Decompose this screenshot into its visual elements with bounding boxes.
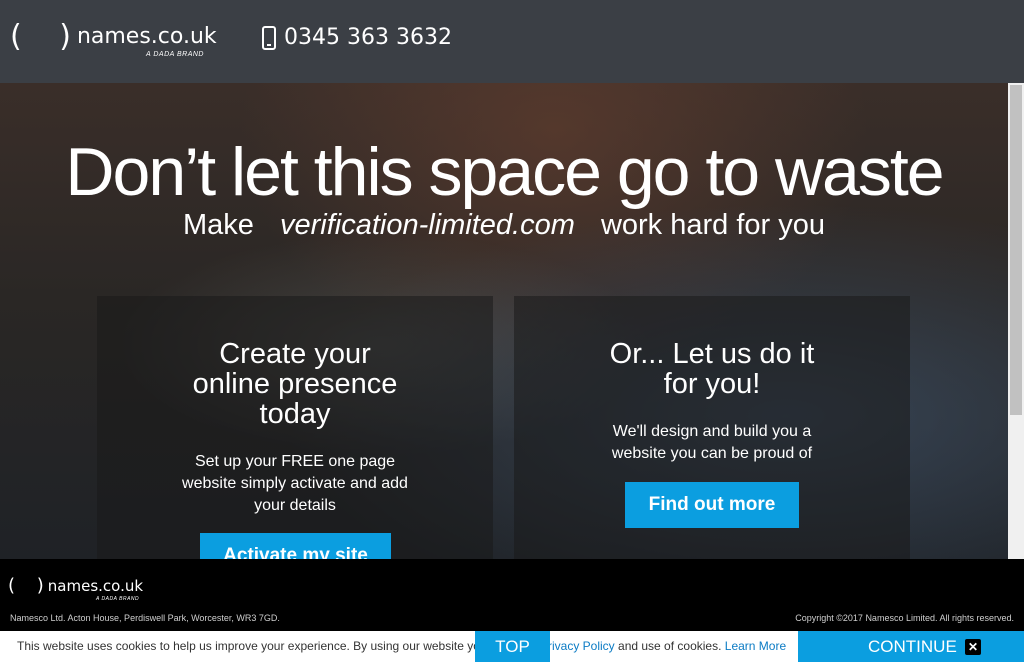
design-panel-text: We'll design and build you a website you… bbox=[611, 423, 813, 462]
copyright-notice: Copyright ©2017 Namesco Limited. All rig… bbox=[795, 613, 1014, 623]
cookie-message-tail: and use of cookies. bbox=[614, 639, 725, 653]
find-out-more-button[interactable]: Find out more bbox=[625, 482, 799, 528]
logo-text: names.co.uk bbox=[76, 24, 217, 49]
design-panel-title: Or... Let us do it for you! bbox=[609, 338, 815, 400]
diy-panel-text: Set up your FREE one page website simply… bbox=[182, 453, 408, 514]
hero-headline: Don’t let this space go to waste bbox=[65, 134, 944, 210]
site-footer: ( )names.co.uk A DADA BRAND Namesco Ltd.… bbox=[0, 559, 1024, 631]
page-scrollbar[interactable] bbox=[1008, 83, 1024, 559]
close-icon[interactable]: ✕ bbox=[965, 639, 981, 655]
footer-logo-subtitle: A DADA BRAND bbox=[96, 596, 140, 602]
cookie-consent-bar: This website uses cookies to help us imp… bbox=[0, 631, 1024, 662]
footer-logo-brackets-icon: ( ) bbox=[8, 575, 52, 596]
hero-subline: Make verification-limited.com work hard … bbox=[0, 209, 1008, 242]
names-logo[interactable]: ( )names.co.uk A DADA BRAND bbox=[10, 19, 217, 59]
logo-subtitle: A DADA BRAND bbox=[146, 51, 204, 58]
logo-brackets-icon: ( ) bbox=[10, 19, 85, 54]
back-to-top-button[interactable]: TOP bbox=[475, 631, 550, 662]
company-address: Namesco Ltd. Acton House, Perdiswell Par… bbox=[10, 613, 280, 623]
cookie-continue-button[interactable]: CONTINUE ✕ bbox=[798, 631, 1024, 662]
phone-icon bbox=[262, 25, 276, 50]
phone-number: 0345 363 3632 bbox=[284, 25, 452, 50]
cookie-message: This website uses cookies to help us imp… bbox=[17, 639, 477, 653]
footer-logo-text: names.co.uk bbox=[47, 577, 144, 595]
footer-logo[interactable]: ( )names.co.uk A DADA BRAND bbox=[8, 575, 144, 603]
site-header: ( )names.co.uk A DADA BRAND 0345 363 363… bbox=[0, 0, 1024, 83]
phone-contact[interactable]: 0345 363 3632 bbox=[262, 25, 452, 50]
domain-name: verification-limited.com bbox=[279, 209, 575, 241]
subline-suffix: work hard for you bbox=[600, 209, 825, 241]
continue-label: CONTINUE bbox=[868, 637, 957, 656]
diy-panel-title: Create your online presence today bbox=[192, 338, 398, 430]
diy-panel: Create your online presence today Set up… bbox=[97, 296, 493, 559]
activate-site-button[interactable]: Activate my site bbox=[200, 533, 391, 559]
privacy-policy-link[interactable]: rivacy Policy bbox=[548, 639, 615, 653]
hero-section: Don’t let this space go to waste Make ve… bbox=[0, 83, 1008, 559]
design-service-panel: Or... Let us do it for you! We'll design… bbox=[514, 296, 910, 559]
cookie-message-end: rivacy Policy and use of cookies. Learn … bbox=[548, 639, 786, 653]
scrollbar-thumb[interactable] bbox=[1010, 85, 1022, 415]
subline-prefix: Make bbox=[182, 209, 254, 241]
learn-more-link[interactable]: Learn More bbox=[725, 639, 786, 653]
